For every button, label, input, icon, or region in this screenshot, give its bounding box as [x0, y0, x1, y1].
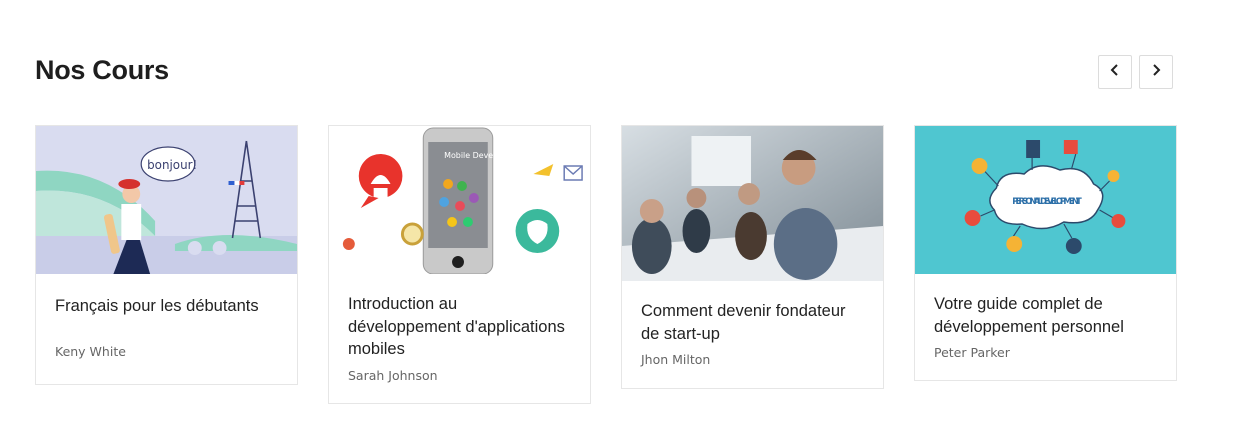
course-thumbnail-paris[interactable]: bonjour! [36, 126, 297, 274]
bonjour-text: bonjour! [147, 158, 197, 172]
course-thumbnail-personal-dev[interactable]: PERSONAL DEVELOPMENT [915, 126, 1176, 274]
personal-development-text: PERSONAL DEVELOPMENT [1012, 196, 1082, 206]
course-author: Sarah Johnson [348, 367, 438, 383]
course-author: Peter Parker [934, 345, 1010, 360]
course-thumbnail-meeting[interactable] [622, 126, 883, 281]
course-card[interactable]: Mobile Development Introduction au dével… [328, 125, 591, 404]
course-thumbnail-mobile-dev[interactable]: Mobile Development [329, 126, 590, 274]
section-title: Nos Cours [35, 55, 169, 85]
mobile-development-text: Mobile Development [444, 151, 526, 160]
carousel-next-button[interactable] [1139, 55, 1173, 89]
chevron-right-icon [1150, 63, 1162, 81]
course-author: Jhon Milton [641, 352, 711, 367]
course-author: Keny White [55, 343, 126, 359]
chevron-left-icon [1109, 63, 1121, 81]
course-card[interactable]: Comment devenir fondateur de start-up Jh… [621, 125, 884, 389]
course-title[interactable]: Comment devenir fondateur de start-up [622, 300, 883, 345]
course-card[interactable]: bonjour! Français pour les débutants Ken… [35, 125, 298, 385]
course-title[interactable]: Votre guide complet de développement per… [915, 293, 1176, 338]
carousel-prev-button[interactable] [1098, 55, 1132, 89]
course-title[interactable]: Français pour les débutants [36, 295, 297, 318]
course-title[interactable]: Introduction au développement d'applicat… [329, 293, 590, 361]
course-card[interactable]: PERSONAL DEVELOPMENT Votre guide complet… [914, 125, 1177, 381]
